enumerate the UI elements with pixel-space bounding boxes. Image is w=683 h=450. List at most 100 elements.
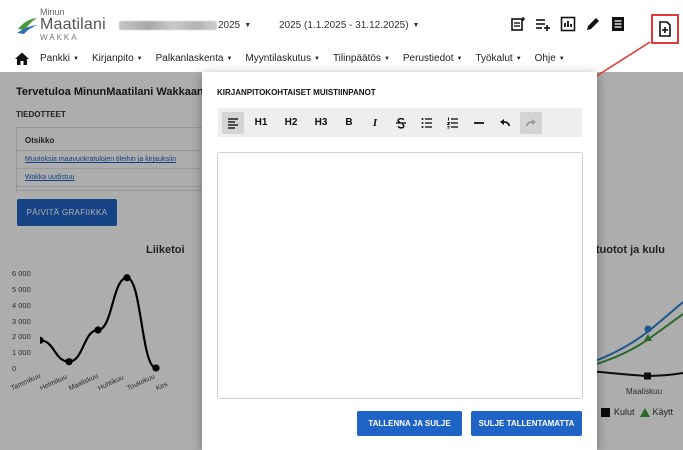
nav-label: Pankki: [40, 53, 71, 64]
chart2-legend: Kulut Käytt: [589, 407, 673, 417]
nav-label: Kirjanpito: [91, 53, 134, 64]
heading1-button[interactable]: H1: [248, 112, 274, 134]
bullet-list-icon: [421, 117, 432, 128]
undo-icon: [500, 118, 511, 126]
period-label: 2025 (1.1.2025 - 31.12.2025): [279, 20, 409, 31]
news-heading: TIEDOTTEET: [16, 110, 66, 119]
header-tools: [510, 16, 635, 32]
redo-icon: [525, 118, 536, 126]
caret-down-icon: ▼: [558, 55, 565, 62]
heading3-button[interactable]: H3: [308, 112, 334, 134]
app-logo[interactable]: Minun Maatilani WAKKA: [16, 8, 106, 42]
chart1-series-line: [40, 276, 157, 370]
italic-button[interactable]: I: [364, 112, 386, 134]
refresh-charts-button[interactable]: PÄIVITÄ GRAFIIKKA: [17, 199, 117, 226]
chart2-plot: [590, 301, 683, 380]
nav-label: Myyntilaskutus: [245, 53, 311, 64]
y-tick-label: 0: [12, 364, 17, 373]
home-icon[interactable]: [14, 51, 30, 67]
company-name-redacted: [119, 21, 217, 30]
nav-item-pankki[interactable]: Pankki ▼: [40, 53, 92, 64]
chart1-point: [65, 358, 73, 366]
company-year: 2025: [218, 20, 241, 31]
horizontal-rule-icon: [474, 121, 484, 124]
y-tick-label: 2 000: [12, 332, 31, 342]
legend-kaytt[interactable]: Käytt: [653, 407, 674, 417]
caret-down-icon: ▼: [73, 55, 79, 62]
notes-list-icon[interactable]: [510, 16, 526, 32]
undo-button[interactable]: [494, 112, 516, 134]
leaf-logo-icon: [17, 18, 37, 34]
caret-down-icon: ▼: [226, 55, 233, 62]
dialog-title: KIRJANPITOKOHTAISET MUISTIINPANOT: [217, 88, 376, 97]
nav-item-tyokalut[interactable]: Työkalut ▼: [475, 53, 534, 64]
document-icon[interactable]: [610, 16, 626, 32]
heading2-button[interactable]: H2: [278, 112, 304, 134]
nav-label: Perustiedot: [402, 53, 454, 64]
news-link[interactable]: Muutoksia maavuokratulojen tileihin ja k…: [17, 151, 217, 169]
y-tick-label: 3 000: [12, 316, 31, 326]
y-tick-label: 5 000: [12, 284, 31, 294]
chart2-series-kulut: [590, 370, 683, 378]
welcome-heading: Tervetuloa MinunMaatilani Wakkaan K: [16, 86, 215, 98]
numbered-list-button[interactable]: [442, 112, 464, 134]
horizontal-rule-button[interactable]: [468, 112, 490, 134]
chart1-point: [152, 364, 160, 372]
playlist-add-icon[interactable]: [535, 16, 551, 32]
chart1-point: [94, 326, 102, 334]
bullet-list-button[interactable]: [416, 112, 438, 134]
caret-down-icon: ▼: [244, 22, 252, 29]
chart2-point-kulut: [644, 372, 651, 380]
nav-item-palkanlaskenta[interactable]: Palkanlaskenta ▼: [156, 53, 246, 64]
company-selector[interactable]: 2025 ▼: [119, 20, 251, 31]
period-selector[interactable]: 2025 (1.1.2025 - 31.12.2025) ▼: [279, 20, 419, 31]
caret-down-icon: ▼: [136, 55, 143, 62]
close-without-saving-button[interactable]: SULJE TALLENTAMATTA: [471, 411, 582, 436]
chart2-point-blue: [644, 325, 652, 333]
caret-down-icon: ▼: [456, 55, 463, 62]
report-chart-icon[interactable]: [560, 16, 576, 32]
legend-square-icon: [601, 407, 610, 417]
align-left-icon: [228, 117, 238, 129]
note-add-icon: [659, 21, 671, 37]
nav-item-kirjanpito[interactable]: Kirjanpito ▼: [92, 53, 156, 64]
pencil-icon[interactable]: [585, 16, 601, 32]
logo-line3: WAKKA: [40, 33, 79, 42]
news-column-header: Otsikko: [17, 128, 217, 151]
numbered-list-icon: [447, 117, 458, 128]
bold-button[interactable]: B: [338, 112, 360, 134]
nav-label: Työkalut: [475, 53, 513, 64]
chart2-x-label: Maaliskuu: [626, 387, 663, 396]
caret-down-icon: ▼: [412, 22, 420, 29]
nav-item-perustiedot[interactable]: Perustiedot ▼: [403, 53, 476, 64]
news-table: Otsikko Muutoksia maavuokratulojen tilei…: [16, 127, 217, 191]
editor-toolbar: H1 H2 H3 B I: [218, 108, 582, 137]
paragraph-button[interactable]: [222, 111, 244, 134]
nav-label: Palkanlaskenta: [155, 53, 224, 64]
chart1-point: [123, 274, 131, 282]
caret-down-icon: ▼: [515, 55, 522, 62]
y-tick-label: 1 000: [12, 348, 31, 358]
chart2-series-blue: [590, 301, 683, 364]
nav-item-myyntilaskutus[interactable]: Myyntilaskutus ▼: [245, 53, 333, 64]
caret-down-icon: ▼: [383, 55, 390, 62]
nav-label: Ohje: [534, 53, 556, 64]
caret-down-icon: ▼: [313, 55, 320, 62]
notes-editor[interactable]: [217, 152, 583, 399]
nav-label: Tilinpäätös: [332, 53, 381, 64]
chart1-point: [40, 336, 44, 344]
nav-item-tilinpaatos[interactable]: Tilinpäätös ▼: [333, 53, 403, 64]
y-tick-label: 6 000: [12, 269, 31, 278]
save-and-close-button[interactable]: TALLENNA JA SULJE: [357, 411, 462, 436]
chart1-title: Liiketoi: [146, 244, 185, 256]
chart1-plot: [40, 274, 160, 372]
notes-dialog: KIRJANPITOKOHTAISET MUISTIINPANOT H1 H2 …: [202, 72, 597, 450]
legend-triangle-icon: [639, 407, 650, 417]
legend-kulut[interactable]: Kulut: [614, 407, 635, 417]
strikethrough-icon: [396, 117, 406, 129]
strikethrough-button[interactable]: [390, 112, 412, 134]
news-link[interactable]: Wakka uudistuu: [17, 169, 217, 187]
logo-line2: Maatilani: [40, 16, 106, 33]
redo-button[interactable]: [520, 111, 542, 134]
y-tick-label: 4 000: [12, 300, 31, 310]
